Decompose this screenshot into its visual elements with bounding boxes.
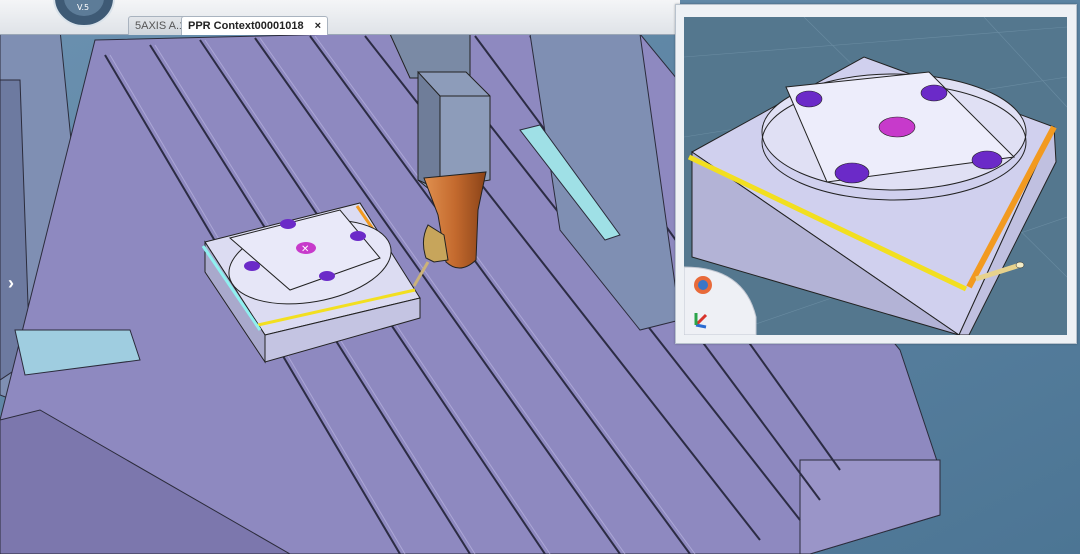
chevron-right-icon[interactable]: ›: [2, 268, 20, 298]
preview-hole: [971, 150, 1003, 170]
preview-center-hole: [878, 116, 916, 138]
hole-marker: [280, 219, 296, 229]
hole-marker: [350, 231, 366, 241]
tab-5axis-label: 5AXIS A.1: [135, 20, 186, 32]
preview-3d-view[interactable]: [684, 17, 1067, 335]
preview-hole: [834, 162, 870, 184]
hole-marker: [244, 261, 260, 271]
svg-text:✕: ✕: [301, 244, 309, 255]
tab-ppr-context-label: PPR Context00001018: [188, 20, 304, 32]
close-icon[interactable]: ×: [315, 20, 321, 32]
preview-hole: [920, 84, 948, 102]
tab-ppr-context[interactable]: PPR Context00001018 ×: [181, 16, 329, 35]
logo-version: V.5: [77, 3, 89, 12]
compass-logo-icon[interactable]: V.5: [52, 0, 116, 28]
hole-marker: [319, 271, 335, 281]
preview-hole: [795, 90, 823, 108]
preview-window[interactable]: [675, 4, 1077, 344]
compass-icon[interactable]: [694, 276, 712, 294]
